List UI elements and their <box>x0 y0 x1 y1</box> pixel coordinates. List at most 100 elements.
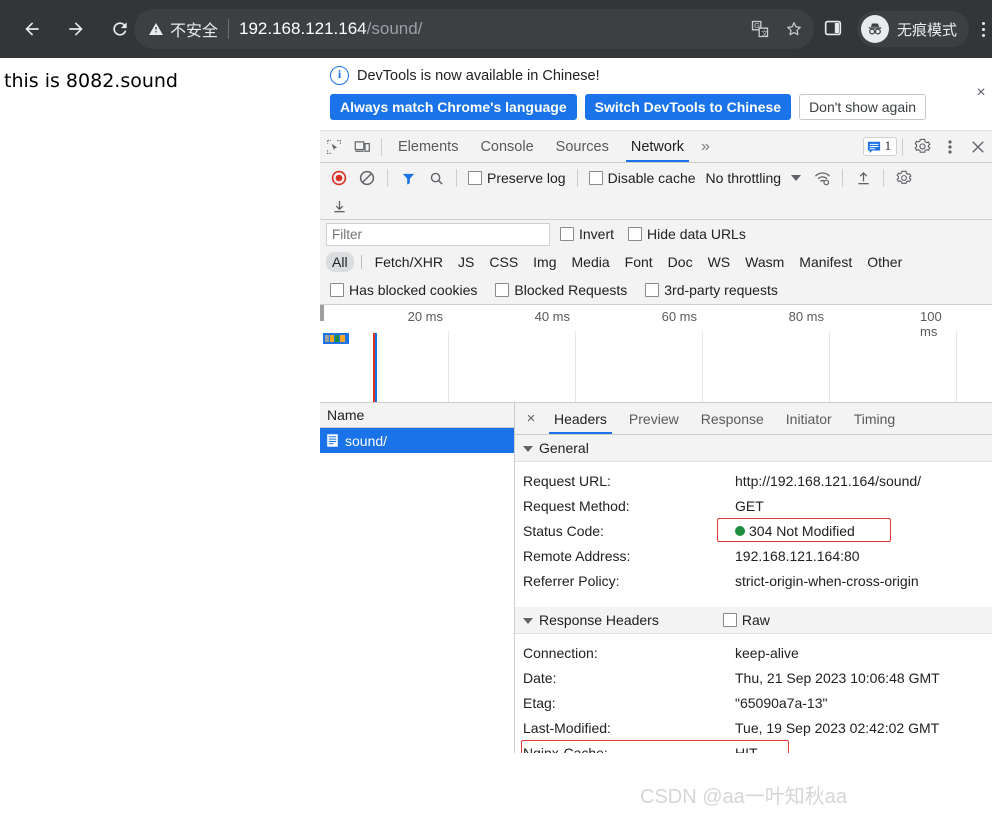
translate-icon[interactable]: G 文 <box>750 19 770 39</box>
clear-button[interactable] <box>354 166 380 190</box>
record-button[interactable] <box>326 166 352 190</box>
hide-data-urls-checkbox[interactable]: Hide data URLs <box>628 226 746 242</box>
overview-gridline <box>575 331 576 402</box>
network-overview-timeline[interactable]: 20 ms 40 ms 60 ms 80 ms 100 ms <box>320 305 992 403</box>
request-list: Name sound/ <box>320 403 515 753</box>
response-headers-section-header[interactable]: Response Headers Raw <box>515 607 992 634</box>
disable-cache-box <box>589 171 603 185</box>
type-filter-manifest[interactable]: Manifest <box>793 252 858 272</box>
type-filter-wasm[interactable]: Wasm <box>739 252 790 272</box>
tabbar-right-divider <box>902 138 903 156</box>
bar-segment-wait <box>330 335 334 342</box>
more-tabs-icon[interactable]: » <box>695 138 716 156</box>
reload-button[interactable] <box>102 11 138 47</box>
invert-checkbox[interactable]: Invert <box>560 226 614 242</box>
network-settings-button[interactable] <box>891 166 917 190</box>
filter-toggle-button[interactable] <box>395 166 421 190</box>
notification-message: DevTools is now available in Chinese! <box>357 68 600 84</box>
incognito-indicator[interactable]: 无痕模式 <box>857 11 969 47</box>
back-button[interactable] <box>14 11 50 47</box>
header-row-last-modified: Last-Modified: Tue, 19 Sep 2023 02:42:02… <box>515 715 992 740</box>
device-toolbar-icon[interactable] <box>348 133 376 161</box>
star-glyph-icon <box>784 19 804 39</box>
inspect-element-icon[interactable] <box>320 133 348 161</box>
preserve-log-checkbox[interactable]: Preserve log <box>468 170 566 186</box>
preserve-log-box <box>468 171 482 185</box>
settings-gear-icon[interactable] <box>908 133 936 161</box>
throttling-dropdown[interactable]: No throttling <box>706 170 801 186</box>
type-filter-ws[interactable]: WS <box>702 252 737 272</box>
tab-sources[interactable]: Sources <box>545 132 620 162</box>
switch-to-chinese-button[interactable]: Switch DevTools to Chinese <box>585 94 791 120</box>
request-row-sound[interactable]: sound/ <box>320 428 514 453</box>
funnel-icon <box>401 171 416 186</box>
address-bar[interactable]: 不安全 192.168.121.164/sound/ G 文 <box>134 9 814 49</box>
import-har-button[interactable] <box>850 166 876 190</box>
type-filter-all[interactable]: All <box>326 252 354 272</box>
disable-cache-checkbox[interactable]: Disable cache <box>589 170 696 186</box>
raw-toggle-checkbox[interactable]: Raw <box>723 612 770 628</box>
detail-tab-timing[interactable]: Timing <box>843 404 907 434</box>
responsive-device-icon <box>354 139 371 155</box>
detail-tab-preview[interactable]: Preview <box>618 404 690 434</box>
overview-tick: 100 ms <box>920 309 956 339</box>
always-match-language-button[interactable]: Always match Chrome's language <box>330 94 577 120</box>
general-section-header[interactable]: General <box>515 435 992 462</box>
blocked-requests-label: Blocked Requests <box>514 282 627 298</box>
overview-tick: 40 ms <box>535 309 575 324</box>
type-filter-media[interactable]: Media <box>566 252 616 272</box>
forward-button[interactable] <box>58 11 94 47</box>
header-key: Nginx-Cache: <box>523 745 735 754</box>
page-body-text: this is 8082.sound <box>0 58 320 92</box>
dont-show-again-button[interactable]: Don't show again <box>799 94 926 120</box>
type-filter-fetch-xhr[interactable]: Fetch/XHR <box>369 252 449 272</box>
chrome-menu-button[interactable] <box>974 17 992 41</box>
network-conditions-button[interactable] <box>809 166 835 190</box>
console-message-badge[interactable]: 1 <box>863 137 897 156</box>
overview-tick: 60 ms <box>662 309 702 324</box>
header-key: Request URL: <box>523 473 735 489</box>
third-party-requests-checkbox[interactable]: 3rd-party requests <box>645 282 778 298</box>
has-blocked-cookies-checkbox[interactable]: Has blocked cookies <box>330 282 477 298</box>
filter-input[interactable] <box>326 223 550 246</box>
close-devtools-icon[interactable] <box>964 133 992 161</box>
detail-close-icon[interactable]: × <box>519 407 543 431</box>
header-key: Request Method: <box>523 498 735 514</box>
raw-label: Raw <box>742 612 770 628</box>
detail-tab-response[interactable]: Response <box>690 404 775 434</box>
header-row-status-code: Status Code: 304 Not Modified <box>515 518 992 543</box>
search-button[interactable] <box>423 166 449 190</box>
header-key: Connection: <box>523 645 735 661</box>
translate-glyph-icon: G 文 <box>750 19 770 39</box>
detail-tab-initiator[interactable]: Initiator <box>775 404 843 434</box>
export-har-button[interactable] <box>326 194 352 218</box>
omnibox-divider <box>228 19 229 39</box>
tab-console[interactable]: Console <box>469 132 544 162</box>
type-filter-other[interactable]: Other <box>861 252 908 272</box>
reload-icon <box>110 19 130 39</box>
side-panel-icon <box>822 17 844 39</box>
preserve-log-label: Preserve log <box>487 170 566 186</box>
has-blocked-cookies-label: Has blocked cookies <box>349 282 477 298</box>
type-filter-img[interactable]: Img <box>527 252 562 272</box>
notification-close-icon[interactable]: × <box>972 84 990 102</box>
blocked-requests-checkbox[interactable]: Blocked Requests <box>495 282 627 298</box>
type-filter-doc[interactable]: Doc <box>662 252 699 272</box>
gear-glyph-icon <box>914 138 931 155</box>
detail-tab-headers[interactable]: Headers <box>543 404 618 434</box>
side-panel-button[interactable] <box>822 17 844 41</box>
tab-elements[interactable]: Elements <box>387 132 469 162</box>
not-secure-warning-icon[interactable] <box>148 21 164 37</box>
bookmark-star-icon[interactable] <box>784 19 804 39</box>
gear-glyph-icon <box>896 170 912 186</box>
tab-network[interactable]: Network <box>620 132 695 162</box>
warning-triangle-icon <box>148 21 164 37</box>
type-filter-js[interactable]: JS <box>452 252 480 272</box>
header-key: Last-Modified: <box>523 720 735 736</box>
type-filter-css[interactable]: CSS <box>483 252 524 272</box>
devtools-more-options-icon[interactable] <box>936 133 964 161</box>
network-toolbar: Preserve log Disable cache No throttling <box>320 163 992 193</box>
bar-segment-download <box>335 335 339 342</box>
type-filter-font[interactable]: Font <box>619 252 659 272</box>
tabbar-right-actions: 1 <box>863 131 992 162</box>
